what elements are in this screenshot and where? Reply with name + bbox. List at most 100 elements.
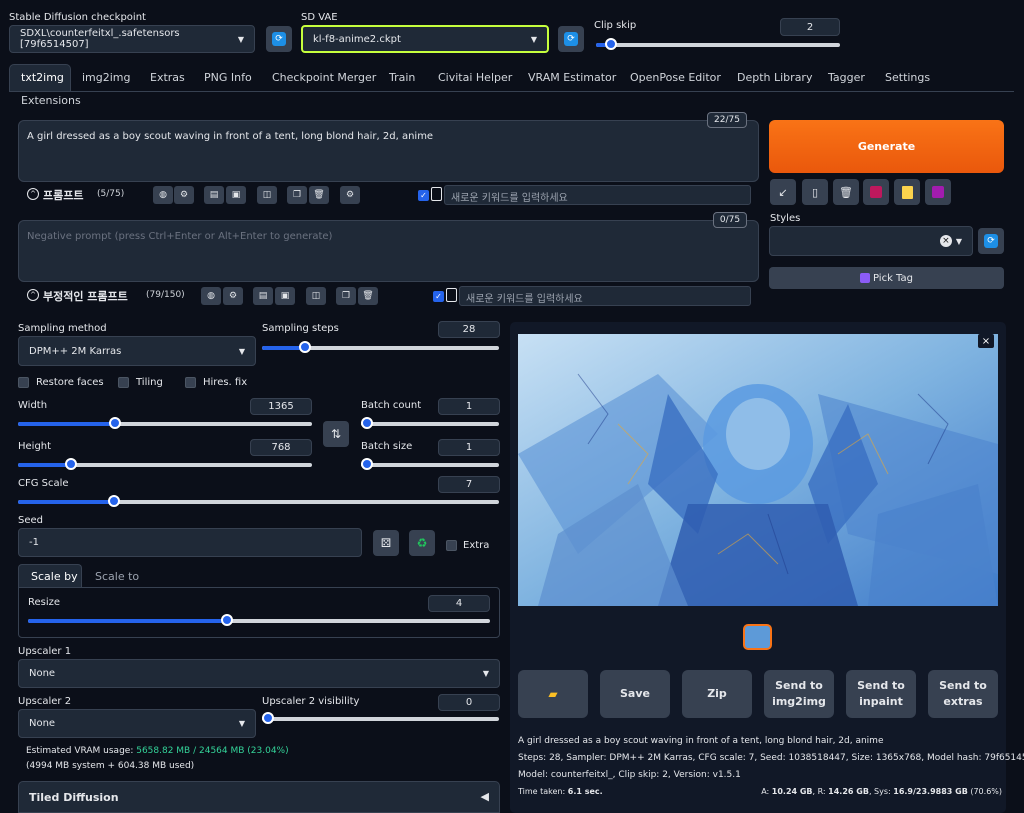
close-image-button[interactable]: × xyxy=(978,334,994,348)
upscaler1-dropdown[interactable]: None ▼ xyxy=(18,659,500,688)
prompt-textarea[interactable]: A girl dressed as a boy scout waving in … xyxy=(18,120,759,182)
clear-icon[interactable]: × xyxy=(939,235,952,247)
tab-settings[interactable]: Settings xyxy=(885,71,930,84)
chevron-down-icon: ▼ xyxy=(237,34,244,44)
save-style-icon[interactable] xyxy=(925,179,951,205)
tab-png-info[interactable]: PNG Info xyxy=(204,71,252,84)
batch-size-slider[interactable] xyxy=(361,457,499,471)
random-seed-button[interactable]: ⚄ xyxy=(373,530,399,556)
translate-icon[interactable]: ◫ xyxy=(306,287,326,305)
tab-depth-library[interactable]: Depth Library xyxy=(737,71,812,84)
file-list-icon[interactable]: ▤ xyxy=(253,287,273,305)
upscaler2-dropdown[interactable]: None ▼ xyxy=(18,709,256,738)
tab-extensions[interactable]: Extensions xyxy=(21,94,81,107)
cfg-scale-slider[interactable] xyxy=(18,494,499,508)
send-to-inpaint-button[interactable]: Send to inpaint xyxy=(846,670,916,718)
collapse-icon[interactable]: ^ xyxy=(27,289,39,301)
tab-train[interactable]: Train xyxy=(389,71,415,84)
globe-icon[interactable]: ◍ xyxy=(153,186,173,204)
notes-icon[interactable] xyxy=(894,179,920,205)
height-input[interactable]: 768 xyxy=(250,439,312,456)
sampling-steps-input[interactable]: 28 xyxy=(438,321,500,338)
tab-tagger[interactable]: Tagger xyxy=(828,71,865,84)
pick-tag-button[interactable]: Pick Tag xyxy=(769,267,1004,289)
tab-extras[interactable]: Extras xyxy=(150,71,185,84)
arrow-icon[interactable]: ↙ xyxy=(770,179,796,205)
refresh-vae-button[interactable]: ⟳ xyxy=(558,26,584,52)
batch-size-input[interactable]: 1 xyxy=(438,439,500,456)
style-apply-icon[interactable] xyxy=(863,179,889,205)
save-button[interactable]: Save xyxy=(600,670,670,718)
refresh-checkpoint-button[interactable]: ⟳ xyxy=(266,26,292,52)
refresh-styles-button[interactable]: ⟳ xyxy=(978,228,1004,254)
gear-icon[interactable]: ⚙ xyxy=(174,186,194,204)
zip-button[interactable]: Zip xyxy=(682,670,752,718)
tab-txt2img-label[interactable]: txt2img xyxy=(21,71,64,84)
recycle-icon: ♻ xyxy=(416,536,428,550)
vae-dropdown[interactable]: kl-f8-anime2.ckpt ▼ xyxy=(301,25,549,53)
scale-by-label[interactable]: Scale by xyxy=(31,570,78,583)
trash-icon[interactable]: 🗑 xyxy=(309,186,329,204)
generation-info: A girl dressed as a boy scout waving in … xyxy=(518,733,1024,784)
translate-icon[interactable]: ◫ xyxy=(257,186,277,204)
clipboard-icon[interactable]: ▯ xyxy=(802,179,828,205)
width-slider[interactable] xyxy=(18,416,312,430)
clip-skip-input[interactable]: 2 xyxy=(780,18,840,36)
hires-fix-checkbox[interactable] xyxy=(185,377,196,388)
tab-img2img[interactable]: img2img xyxy=(82,71,131,84)
swap-dimensions-button[interactable]: ⇅ xyxy=(323,421,349,447)
batch-count-slider[interactable] xyxy=(361,416,499,430)
trash-icon[interactable]: 🗑 xyxy=(358,287,378,305)
globe-icon[interactable]: ◍ xyxy=(201,287,221,305)
send-to-extras-button[interactable]: Send to extras xyxy=(928,670,998,718)
open-folder-button[interactable]: ▰ xyxy=(518,670,588,718)
resize-slider[interactable] xyxy=(28,613,490,627)
tiling-checkbox[interactable] xyxy=(118,377,129,388)
send-to-img2img-button[interactable]: Send to img2img xyxy=(764,670,834,718)
batch-count-input[interactable]: 1 xyxy=(438,398,500,415)
cfg-scale-input[interactable]: 7 xyxy=(438,476,500,493)
copy-icon[interactable]: ❐ xyxy=(287,186,307,204)
trash-icon[interactable]: 🗑 xyxy=(833,179,859,205)
tab-scale-to[interactable]: Scale to xyxy=(95,570,139,583)
checkpoint-dropdown[interactable]: SDXL\counterfeitxl_.safetensors [79f6514… xyxy=(9,25,255,53)
reuse-seed-button[interactable]: ♻ xyxy=(409,530,435,556)
tab-vram-estimator[interactable]: VRAM Estimator xyxy=(528,71,616,84)
negative-prompt-textarea[interactable]: Negative prompt (press Ctrl+Enter or Alt… xyxy=(18,220,759,282)
output-image[interactable] xyxy=(518,334,998,606)
extra-seed-checkbox[interactable] xyxy=(446,540,457,551)
clip-skip-slider[interactable] xyxy=(596,37,840,51)
upscaler2-visibility-slider[interactable] xyxy=(262,711,499,725)
sampling-steps-slider[interactable] xyxy=(262,340,499,354)
negative-keyword-checkbox[interactable]: ✓ xyxy=(433,291,444,302)
settings-icon[interactable]: ⚙ xyxy=(340,186,360,204)
tab-checkpoint-merger[interactable]: Checkpoint Merger xyxy=(272,71,376,84)
prompt-keyword-input[interactable]: 새로운 키워드를 입력하세요 xyxy=(444,185,751,205)
keyword-checkbox[interactable]: ✓ xyxy=(418,190,429,201)
resize-input[interactable]: 4 xyxy=(428,595,490,612)
toggle-icon[interactable] xyxy=(446,288,457,302)
toggle-icon[interactable] xyxy=(431,187,442,201)
file-list-icon[interactable]: ▤ xyxy=(204,186,224,204)
tiled-diffusion-accordion[interactable]: Tiled Diffusion ◀ xyxy=(18,781,500,813)
prompt-section-title: 프롬프트 xyxy=(43,189,84,202)
width-input[interactable]: 1365 xyxy=(250,398,312,415)
upscaler2-visibility-input[interactable]: 0 xyxy=(438,694,500,711)
image-thumbnail[interactable] xyxy=(743,624,772,650)
negative-keyword-input[interactable]: 새로운 키워드를 입력하세요 xyxy=(459,286,751,306)
collapse-icon[interactable]: ^ xyxy=(27,188,39,200)
styles-dropdown[interactable]: × ▼ xyxy=(769,226,973,256)
restore-faces-label: Restore faces xyxy=(36,377,104,388)
tab-civitai-helper[interactable]: Civitai Helper xyxy=(438,71,512,84)
bookmark-icon[interactable]: ▣ xyxy=(275,287,295,305)
bookmark-icon[interactable]: ▣ xyxy=(226,186,246,204)
generate-button[interactable]: Generate xyxy=(769,120,1004,173)
sampling-method-dropdown[interactable]: DPM++ 2M Karras ▼ xyxy=(18,336,256,366)
seed-input[interactable]: -1 xyxy=(18,528,362,557)
height-slider[interactable] xyxy=(18,457,312,471)
gear-icon[interactable]: ⚙ xyxy=(223,287,243,305)
restore-faces-checkbox[interactable] xyxy=(18,377,29,388)
copy-icon[interactable]: ❐ xyxy=(336,287,356,305)
close-icon: × xyxy=(981,335,991,347)
tab-openpose-editor[interactable]: OpenPose Editor xyxy=(630,71,721,84)
